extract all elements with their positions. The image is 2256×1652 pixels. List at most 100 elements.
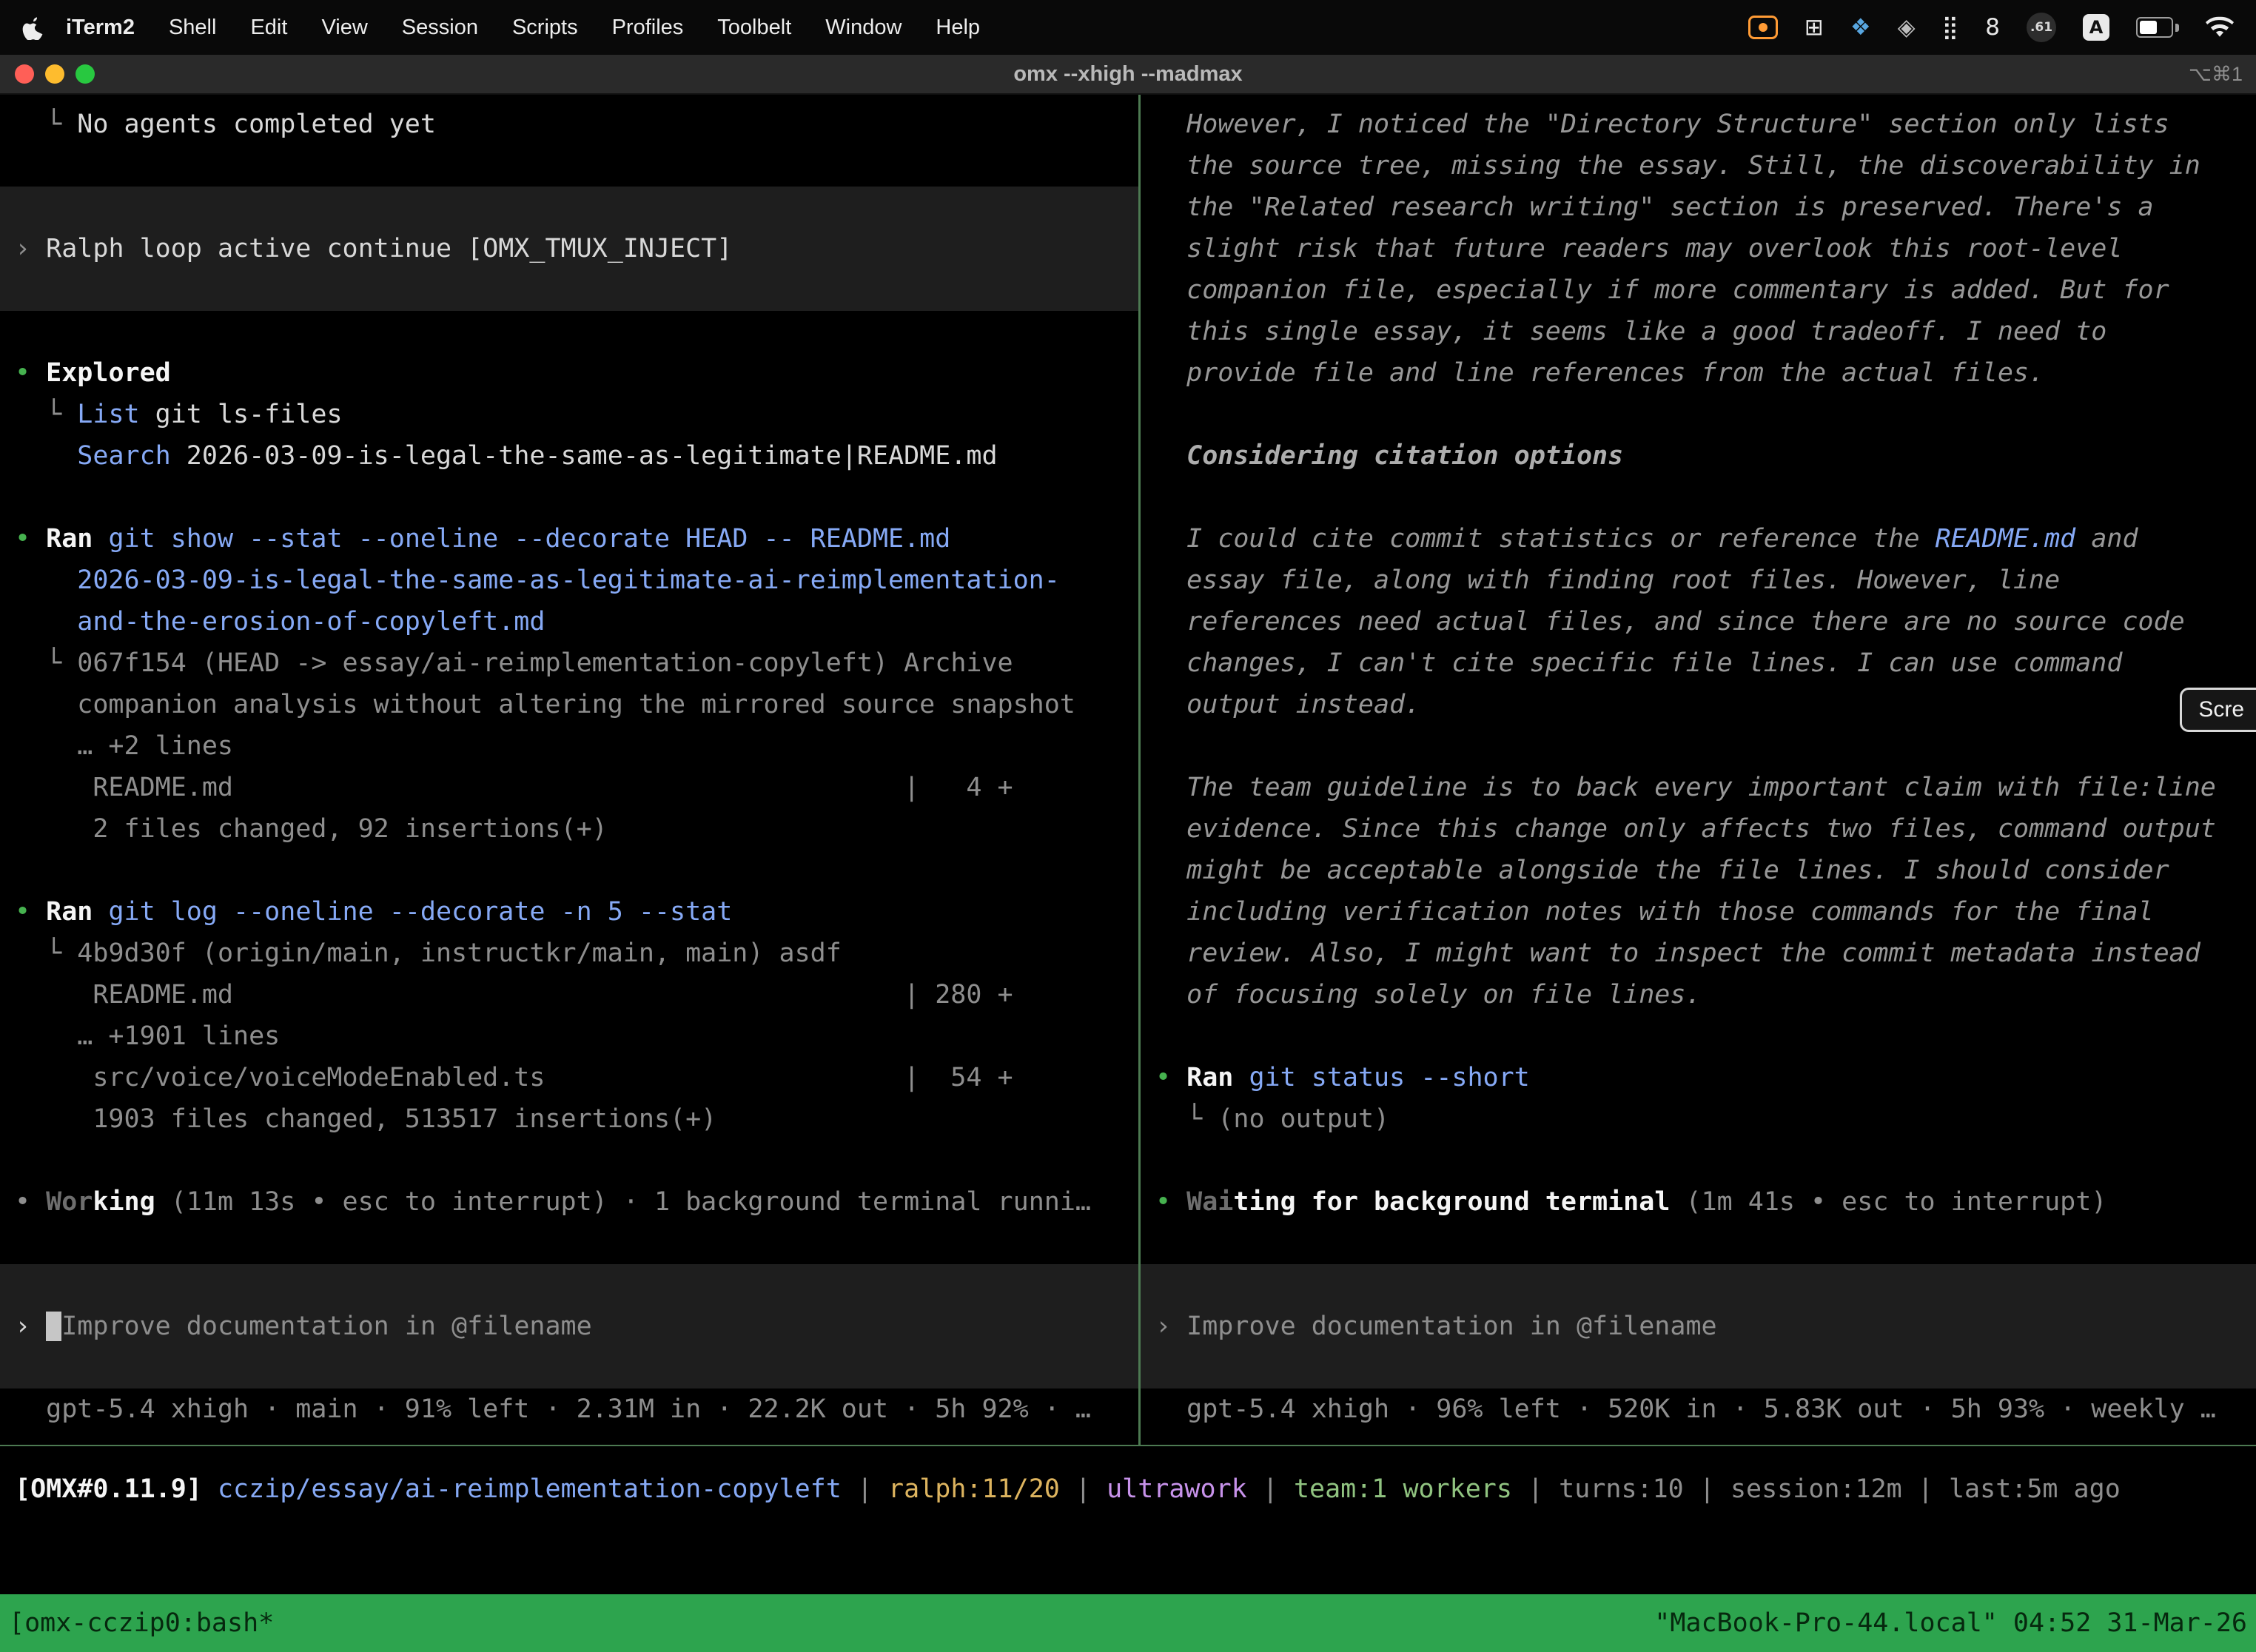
tmux-host-clock: "MacBook-Pro-44.local" 04:52 31-Mar-26 [1654, 1608, 2247, 1638]
text-segment: gpt-5.4 xhigh · main · 91% left · 2.31M … [15, 1394, 1091, 1424]
terminal-line: changes, I can't cite specific file line… [1155, 642, 2256, 684]
text-segment: README.md [1936, 524, 2076, 554]
text-segment: [OMX#0.11.9] [15, 1474, 202, 1504]
text-segment [202, 1474, 218, 1504]
wifi-icon[interactable] [2206, 16, 2234, 38]
input-source-icon[interactable]: A [2083, 14, 2109, 41]
text-segment: last:5m ago [1949, 1474, 2121, 1504]
prompt-input[interactable]: › Improve documentation in @filename [1141, 1264, 2256, 1389]
text-segment: ting for background terminal [1233, 1187, 1670, 1217]
terminal-line: └ 067f154 (HEAD -> essay/ai-reimplementa… [15, 642, 1138, 684]
grid-app-icon[interactable]: ⊞ [1805, 14, 1824, 41]
terminal-line: 2 files changed, 92 insertions(+) [15, 808, 1138, 850]
text-segment: Ran [1186, 1063, 1249, 1092]
text-segment: this single essay, it seems like a good … [1155, 317, 2106, 346]
terminal-line: references need actual files, and since … [1155, 601, 2256, 642]
prompt-input[interactable]: › Improve documentation in @filename [0, 1264, 1138, 1389]
text-segment: ultrawork [1107, 1474, 1247, 1504]
terminal-line: … +1901 lines [15, 1015, 1138, 1057]
text-segment: might be acceptable alongside the file l… [1155, 856, 2169, 885]
menu-item-view[interactable]: View [304, 16, 384, 40]
menu-item-help[interactable]: Help [919, 16, 997, 40]
text-segment: | [842, 1474, 888, 1504]
blank-line [1155, 1140, 2256, 1181]
text-segment: • [15, 358, 46, 388]
text-segment: Considering citation options [1155, 441, 1623, 471]
terminal: └ No agents completed yet › Ralph loop a… [0, 95, 2256, 1594]
text-segment: git log --oneline --decorate -n 5 --stat [108, 897, 732, 927]
text-segment: king [93, 1187, 155, 1217]
menu-item-edit[interactable]: Edit [233, 16, 304, 40]
menu-bar: iTerm2ShellEditViewSessionScriptsProfile… [0, 0, 2256, 55]
reasoning-heading: Considering citation options [1155, 435, 2256, 477]
zoom-button[interactable] [75, 64, 95, 84]
text-segment: Ran [46, 524, 108, 554]
blank-line [1155, 477, 2256, 518]
menu-item-session[interactable]: Session [385, 16, 495, 40]
agents-status-line: └ No agents completed yet [15, 104, 1138, 145]
text-segment: team:1 workers [1294, 1474, 1512, 1504]
left-pane[interactable]: └ No agents completed yet › Ralph loop a… [0, 95, 1138, 1445]
menu-item-window[interactable]: Window [808, 16, 919, 40]
text-segment: of focusing solely on file lines. [1155, 980, 1702, 1010]
dark-app-icon[interactable]: ◈ [1898, 14, 1916, 41]
omx-status-bar: [OMX#0.11.9] cczip/essay/ai-reimplementa… [0, 1446, 2256, 1593]
meter-badge-icon[interactable]: .61 [2027, 13, 2056, 42]
terminal-line: slight risk that future readers may over… [1155, 228, 2256, 269]
text-segment: essay file, along with finding root file… [1155, 565, 2060, 595]
blank-line [15, 477, 1138, 518]
apple-menu-icon[interactable] [22, 15, 43, 40]
text-segment: the source tree, missing the essay. Stil… [1155, 151, 2200, 181]
blank-line [15, 1140, 1138, 1181]
hook-app-icon[interactable]: 8 [1985, 14, 2000, 41]
minimize-button[interactable] [45, 64, 64, 84]
text-segment: output instead. [1155, 690, 1420, 719]
terminal-line: └ (no output) [1155, 1098, 2256, 1140]
dots-grid-icon[interactable]: ⣿ [1942, 14, 1959, 41]
blank-line [1155, 725, 2256, 767]
text-segment: List [77, 400, 139, 429]
text-segment: the "Related research writing" section i… [1155, 192, 2154, 222]
text-segment: Wai [1186, 1187, 1233, 1217]
text-segment: provide file and line references from th… [1155, 358, 2044, 388]
text-segment: | [1902, 1474, 1949, 1504]
text-segment: and-the-erosion-of-copyleft.md [15, 607, 545, 637]
model-status-line: gpt-5.4 xhigh · 96% left · 520K in · 5.8… [1155, 1389, 2256, 1430]
text-segment: └ [1155, 1104, 1218, 1134]
menu-item-scripts[interactable]: Scripts [495, 16, 595, 40]
text-segment [15, 441, 77, 471]
terminal-line: 1903 files changed, 513517 insertions(+) [15, 1098, 1138, 1140]
menu-item-toolbelt[interactable]: Toolbelt [700, 16, 808, 40]
text-segment: README.md | 4 + [15, 773, 1013, 802]
text-segment: | [1512, 1474, 1559, 1504]
reasoning-paragraph: However, I noticed the "Directory Struct… [1155, 104, 2256, 145]
text-segment: 2 files changed, 92 insertions(+) [15, 814, 608, 844]
menu-item-profiles[interactable]: Profiles [595, 16, 701, 40]
terminal-line: README.md | 4 + [15, 767, 1138, 808]
right-pane[interactable]: However, I noticed the "Directory Struct… [1141, 95, 2256, 1445]
ran-git-status-line: • Ran git status --short [1155, 1057, 2256, 1098]
text-cursor [46, 1312, 61, 1341]
text-segment: No agents completed yet [77, 110, 436, 139]
text-segment: The team guideline is to back every impo… [1155, 773, 2216, 802]
text-segment: › [15, 1312, 46, 1341]
battery-icon[interactable] [2136, 17, 2179, 38]
window-title-bar[interactable]: omx --xhigh --madmax ⌥⌘1 [0, 55, 2256, 95]
terminal-line: review. Also, I might want to inspect th… [1155, 933, 2256, 974]
terminal-line: and-the-erosion-of-copyleft.md [15, 601, 1138, 642]
working-status-line: • Working (11m 13s • esc to interrupt) ·… [15, 1181, 1138, 1223]
blank-line [1155, 1015, 2256, 1057]
text-segment: • [1155, 1063, 1186, 1092]
text-segment: Ran [46, 897, 108, 927]
blue-app-icon[interactable]: ❖ [1850, 14, 1871, 41]
ran-git-show-line: • Ran git show --stat --oneline --decora… [15, 518, 1138, 560]
close-button[interactable] [15, 64, 34, 84]
terminal-line: of focusing solely on file lines. [1155, 974, 2256, 1015]
terminal-line: README.md | 280 + [15, 974, 1138, 1015]
menu-item-shell[interactable]: Shell [152, 16, 234, 40]
text-segment: › [1155, 1312, 1186, 1341]
screenshot-hint[interactable]: Scre [2180, 688, 2256, 732]
screen-recording-icon[interactable] [1748, 16, 1778, 39]
terminal-line: I could cite commit statistics or refere… [1155, 518, 2256, 560]
menu-item-iterm2[interactable]: iTerm2 [49, 16, 152, 40]
